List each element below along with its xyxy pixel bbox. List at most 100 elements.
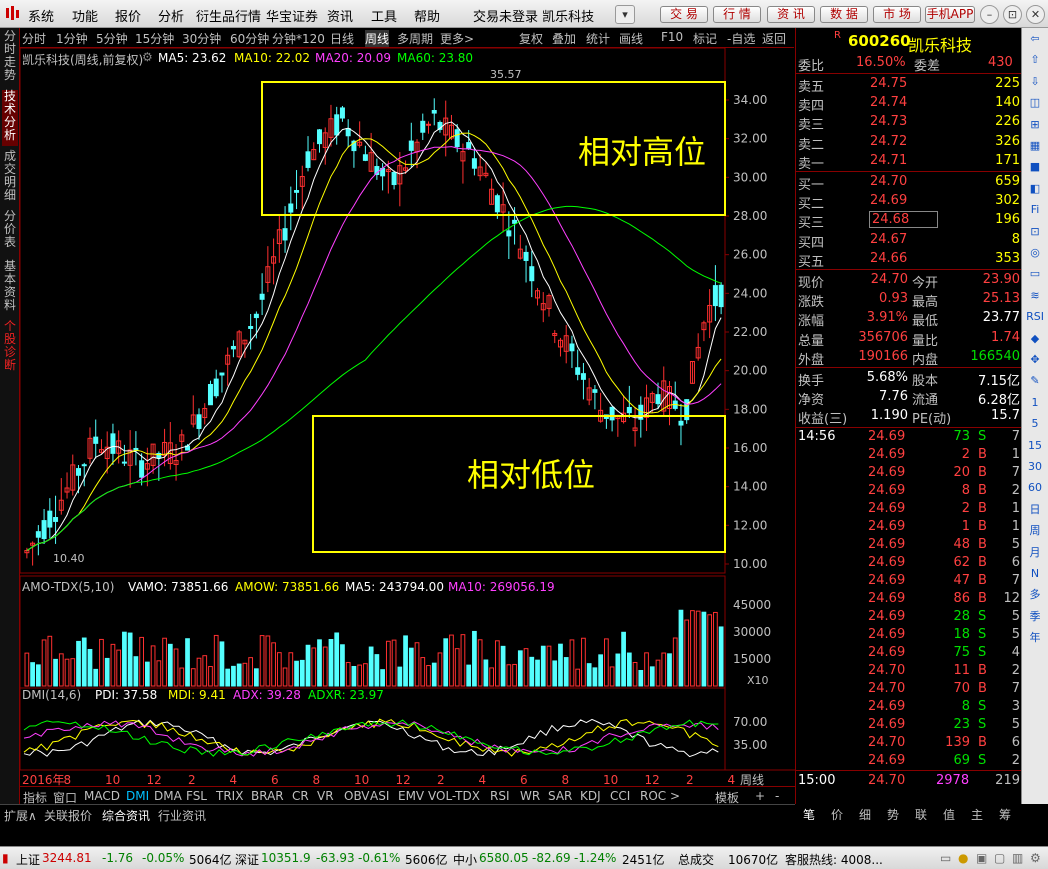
tool-icon-1[interactable]: ⇧ [1026, 52, 1044, 68]
toolbar-right-7[interactable]: 返回 [762, 30, 786, 47]
tool-icon-6[interactable]: ■ [1026, 159, 1044, 175]
monitor-icon[interactable]: ▭ [940, 851, 951, 865]
indicator-tab-15[interactable]: WR [520, 789, 540, 803]
tool-icon-9[interactable]: ⊡ [1026, 224, 1044, 240]
signal-icon[interactable]: ▥ [1012, 851, 1023, 865]
toolbar-right-2[interactable]: 统计 [586, 30, 610, 47]
indicator-tab-3[interactable]: DMI [126, 789, 149, 803]
indicator-tab-13[interactable]: VOL-TDX [428, 789, 480, 803]
period-tab-5[interactable]: 60分钟 [230, 30, 269, 47]
menu-item-3[interactable]: 分析 [158, 6, 184, 25]
quote-tab-7[interactable]: 筹 [999, 806, 1011, 823]
left-tab-4[interactable]: 基本资料 [2, 260, 18, 316]
tool-icon-11[interactable]: ▭ [1026, 266, 1044, 282]
indicator-tab-9[interactable]: VR [317, 789, 334, 803]
toolbar-right-4[interactable]: F10 [661, 30, 683, 44]
toolbar-right-0[interactable]: 复权 [519, 30, 543, 47]
chat-icon[interactable]: ▣ [976, 851, 987, 865]
lock-icon[interactable]: ▢ [994, 851, 1005, 865]
ask-price[interactable]: 24.74 [870, 95, 907, 110]
left-tab-1[interactable]: 技术分析 [2, 90, 18, 146]
bell-icon[interactable]: ● [958, 851, 968, 865]
left-tab-2[interactable]: 成交明细 [2, 150, 18, 206]
tool-icon-0[interactable]: ⇦ [1026, 31, 1044, 47]
menu-item-2[interactable]: 报价 [115, 6, 141, 25]
indicator-tab-19[interactable]: ROC [640, 789, 666, 803]
quote-tab-1[interactable]: 价 [831, 806, 843, 823]
tool-icon-8[interactable]: Fi [1026, 202, 1044, 218]
restore-icon[interactable]: ⊡ [1003, 5, 1022, 24]
bid-price[interactable]: 24.67 [870, 232, 907, 247]
indicator-tab-16[interactable]: SAR [548, 789, 572, 803]
indicator-tab-5[interactable]: FSL [186, 789, 207, 803]
chart-area[interactable]: 34.00 32.00 30.00 28.00 26.00 24.00 22.00 20.00… [20, 48, 795, 789]
ask-price[interactable]: 24.73 [870, 114, 907, 129]
indicator-tab-22[interactable]: + [755, 789, 765, 803]
period-tab-10[interactable]: 更多> [440, 30, 474, 47]
close-icon[interactable]: ✕ [1026, 5, 1045, 24]
tool-icon-26[interactable]: 多 [1026, 587, 1044, 603]
quick-button-5[interactable]: 手机APP [925, 6, 975, 23]
menu-item-0[interactable]: 系统 [28, 6, 54, 25]
toolbar-right-6[interactable]: -自选 [727, 30, 755, 47]
indicator-tab-11[interactable]: ASI [370, 789, 389, 803]
tool-icon-13[interactable]: RSI [1026, 309, 1044, 325]
quick-button-3[interactable]: 数 据 [820, 6, 868, 23]
tool-icon-27[interactable]: 季 [1026, 609, 1044, 625]
indicator-tab-14[interactable]: RSI [490, 789, 510, 803]
period-tab-2[interactable]: 5分钟 [96, 30, 128, 47]
indicator-tab-17[interactable]: KDJ [580, 789, 601, 803]
quote-tab-3[interactable]: 势 [887, 806, 899, 823]
tool-icon-19[interactable]: 15 [1026, 438, 1044, 454]
quote-tab-2[interactable]: 细 [859, 806, 871, 823]
left-tab-5[interactable]: 个股诊断 [2, 320, 18, 376]
tool-icon-18[interactable]: 5 [1026, 416, 1044, 432]
ask-price[interactable]: 24.75 [870, 76, 907, 91]
quote-tab-0[interactable]: 笔 [803, 806, 815, 823]
menu-item-7[interactable]: 工具 [371, 6, 397, 25]
period-tab-6[interactable]: 分钟*120 [272, 30, 325, 47]
tool-icon-12[interactable]: ≋ [1026, 288, 1044, 304]
tool-icon-22[interactable]: 日 [1026, 502, 1044, 518]
menu-item-5[interactable]: 华宝证券 [266, 6, 318, 25]
tool-icon-14[interactable]: ◆ [1026, 331, 1044, 347]
quick-button-1[interactable]: 行 情 [713, 6, 761, 23]
indicator-tab-10[interactable]: OBV [344, 789, 370, 803]
indicator-tab-2[interactable]: MACD [84, 789, 120, 803]
period-tab-0[interactable]: 分时 [22, 30, 46, 47]
quote-tab-5[interactable]: 值 [943, 806, 955, 823]
indicator-tab-20[interactable]: > [670, 789, 680, 803]
indicator-tab-4[interactable]: DMA [154, 789, 182, 803]
quote-tab-4[interactable]: 联 [915, 806, 927, 823]
indicator-tab-7[interactable]: BRAR [251, 789, 284, 803]
menu-item-8[interactable]: 帮助 [414, 6, 440, 25]
quick-button-2[interactable]: 资 讯 [767, 6, 815, 23]
minimize-icon[interactable]: – [980, 5, 999, 24]
indicator-tab-12[interactable]: EMV [398, 789, 424, 803]
tool-icon-10[interactable]: ◎ [1026, 245, 1044, 261]
toolbar-right-3[interactable]: 画线 [619, 30, 643, 47]
bid-price[interactable]: 24.70 [870, 174, 907, 189]
dropdown-icon[interactable]: ▾ [615, 5, 635, 24]
settings-icon[interactable]: ⚙ [1030, 851, 1041, 865]
gear-icon[interactable]: ⚙ [142, 50, 153, 64]
bid-price[interactable]: 24.68 [868, 211, 939, 229]
quick-button-0[interactable]: 交 易 [660, 6, 708, 23]
toolbar-right-1[interactable]: 叠加 [552, 30, 576, 47]
tool-icon-16[interactable]: ✎ [1026, 373, 1044, 389]
toolbar-right-5[interactable]: 标记 [693, 30, 717, 47]
bid-price[interactable]: 24.66 [870, 251, 907, 266]
ask-price[interactable]: 24.72 [870, 134, 907, 149]
hotline-text[interactable]: 客服热线: 4008... [785, 851, 883, 868]
period-tab-1[interactable]: 1分钟 [56, 30, 88, 47]
indicator-tab-23[interactable]: - [775, 789, 779, 803]
tool-icon-2[interactable]: ⇩ [1026, 74, 1044, 90]
period-tab-8[interactable]: 周线 [365, 30, 390, 47]
indicator-tab-6[interactable]: TRIX [216, 789, 243, 803]
menu-item-6[interactable]: 资讯 [327, 6, 353, 25]
tool-icon-20[interactable]: 30 [1026, 459, 1044, 475]
bid-price[interactable]: 24.69 [870, 193, 907, 208]
left-tab-3[interactable]: 分价表 [2, 210, 18, 256]
tool-icon-23[interactable]: 周 [1026, 523, 1044, 539]
tool-icon-15[interactable]: ✥ [1026, 352, 1044, 368]
